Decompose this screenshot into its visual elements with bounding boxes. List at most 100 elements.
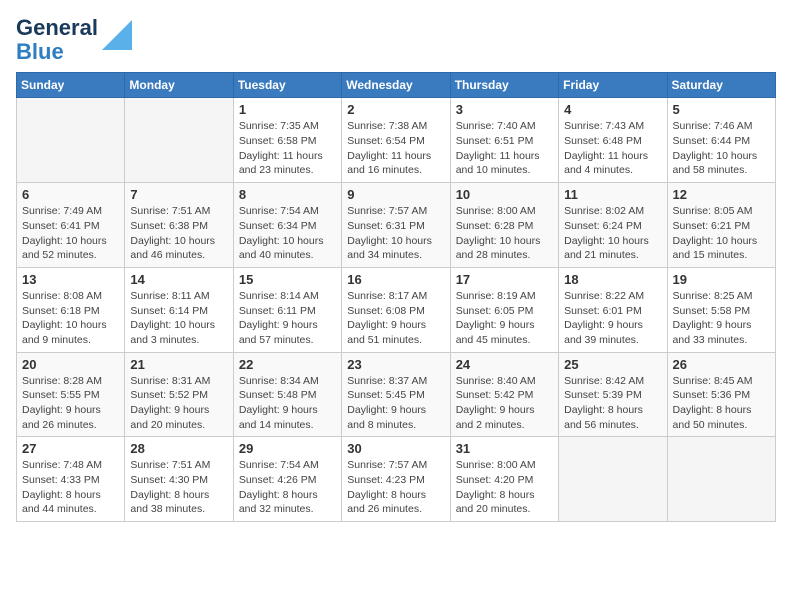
day-info: Sunrise: 8:34 AM Sunset: 5:48 PM Dayligh…	[239, 374, 336, 433]
day-number: 8	[239, 187, 336, 202]
col-header-sunday: Sunday	[17, 73, 125, 98]
calendar-cell: 16 Sunrise: 8:17 AM Sunset: 6:08 PM Dayli…	[342, 267, 450, 352]
calendar-cell	[667, 437, 775, 522]
calendar-cell: 12 Sunrise: 8:05 AM Sunset: 6:21 PM Dayli…	[667, 183, 775, 268]
day-info: Sunrise: 8:22 AM Sunset: 6:01 PM Dayligh…	[564, 289, 661, 348]
col-header-tuesday: Tuesday	[233, 73, 341, 98]
day-number: 23	[347, 357, 444, 372]
day-number: 3	[456, 102, 553, 117]
day-number: 18	[564, 272, 661, 287]
day-info: Sunrise: 7:43 AM Sunset: 6:48 PM Dayligh…	[564, 119, 661, 178]
calendar-week-row: 6Sunrise: 7:49 AM Sunset: 6:41 PM Daylig…	[17, 183, 776, 268]
day-info: Sunrise: 7:51 AM Sunset: 6:38 PM Dayligh…	[130, 204, 227, 263]
logo-icon	[102, 20, 132, 50]
calendar-cell: 24 Sunrise: 8:40 AM Sunset: 5:42 PM Dayli…	[450, 352, 558, 437]
page-header: General Blue	[16, 16, 776, 64]
day-info: Sunrise: 7:48 AM Sunset: 4:33 PM Dayligh…	[22, 458, 119, 517]
calendar-cell: 31 Sunrise: 8:00 AM Sunset: 4:20 PM Dayli…	[450, 437, 558, 522]
calendar-cell: 30Sunrise: 7:57 AM Sunset: 4:23 PM Dayli…	[342, 437, 450, 522]
day-info: Sunrise: 8:08 AM Sunset: 6:18 PM Dayligh…	[22, 289, 119, 348]
calendar-cell	[559, 437, 667, 522]
day-info: Sunrise: 7:57 AM Sunset: 6:31 PM Dayligh…	[347, 204, 444, 263]
day-number: 17	[456, 272, 553, 287]
col-header-thursday: Thursday	[450, 73, 558, 98]
day-number: 16	[347, 272, 444, 287]
calendar-cell: 27Sunrise: 7:48 AM Sunset: 4:33 PM Dayli…	[17, 437, 125, 522]
day-info: Sunrise: 7:54 AM Sunset: 4:26 PM Dayligh…	[239, 458, 336, 517]
day-number: 1	[239, 102, 336, 117]
calendar-cell: 8Sunrise: 7:54 AM Sunset: 6:34 PM Daylig…	[233, 183, 341, 268]
col-header-saturday: Saturday	[667, 73, 775, 98]
day-number: 14	[130, 272, 227, 287]
day-number: 31	[456, 441, 553, 456]
day-info: Sunrise: 8:28 AM Sunset: 5:55 PM Dayligh…	[22, 374, 119, 433]
day-info: Sunrise: 8:40 AM Sunset: 5:42 PM Dayligh…	[456, 374, 553, 433]
day-number: 26	[673, 357, 770, 372]
calendar-cell: 15 Sunrise: 8:14 AM Sunset: 6:11 PM Dayli…	[233, 267, 341, 352]
calendar-cell: 5Sunrise: 7:46 AM Sunset: 6:44 PM Daylig…	[667, 98, 775, 183]
day-info: Sunrise: 8:11 AM Sunset: 6:14 PM Dayligh…	[130, 289, 227, 348]
day-info: Sunrise: 8:37 AM Sunset: 5:45 PM Dayligh…	[347, 374, 444, 433]
calendar-cell	[17, 98, 125, 183]
calendar-header-row: SundayMondayTuesdayWednesdayThursdayFrid…	[17, 73, 776, 98]
day-number: 2	[347, 102, 444, 117]
day-number: 19	[673, 272, 770, 287]
calendar-cell: 4 Sunrise: 7:43 AM Sunset: 6:48 PM Daylig…	[559, 98, 667, 183]
day-info: Sunrise: 8:05 AM Sunset: 6:21 PM Dayligh…	[673, 204, 770, 263]
day-number: 29	[239, 441, 336, 456]
col-header-monday: Monday	[125, 73, 233, 98]
day-number: 15	[239, 272, 336, 287]
calendar-week-row: 27Sunrise: 7:48 AM Sunset: 4:33 PM Dayli…	[17, 437, 776, 522]
calendar-cell: 20 Sunrise: 8:28 AM Sunset: 5:55 PM Dayli…	[17, 352, 125, 437]
day-number: 4	[564, 102, 661, 117]
calendar-cell: 7Sunrise: 7:51 AM Sunset: 6:38 PM Daylig…	[125, 183, 233, 268]
calendar-cell: 23 Sunrise: 8:37 AM Sunset: 5:45 PM Dayli…	[342, 352, 450, 437]
day-number: 13	[22, 272, 119, 287]
calendar-cell: 22 Sunrise: 8:34 AM Sunset: 5:48 PM Dayli…	[233, 352, 341, 437]
calendar-table: SundayMondayTuesdayWednesdayThursdayFrid…	[16, 72, 776, 522]
day-info: Sunrise: 8:25 AM Sunset: 5:58 PM Dayligh…	[673, 289, 770, 348]
day-number: 21	[130, 357, 227, 372]
day-info: Sunrise: 7:40 AM Sunset: 6:51 PM Dayligh…	[456, 119, 553, 178]
calendar-cell: 19 Sunrise: 8:25 AM Sunset: 5:58 PM Dayli…	[667, 267, 775, 352]
calendar-week-row: 13 Sunrise: 8:08 AM Sunset: 6:18 PM Dayli…	[17, 267, 776, 352]
day-info: Sunrise: 7:35 AM Sunset: 6:58 PM Dayligh…	[239, 119, 336, 178]
day-info: Sunrise: 8:42 AM Sunset: 5:39 PM Dayligh…	[564, 374, 661, 433]
day-number: 20	[22, 357, 119, 372]
day-info: Sunrise: 7:38 AM Sunset: 6:54 PM Dayligh…	[347, 119, 444, 178]
calendar-cell: 17 Sunrise: 8:19 AM Sunset: 6:05 PM Dayli…	[450, 267, 558, 352]
day-number: 9	[347, 187, 444, 202]
calendar-cell: 14 Sunrise: 8:11 AM Sunset: 6:14 PM Dayli…	[125, 267, 233, 352]
day-info: Sunrise: 8:02 AM Sunset: 6:24 PM Dayligh…	[564, 204, 661, 263]
day-info: Sunrise: 8:31 AM Sunset: 5:52 PM Dayligh…	[130, 374, 227, 433]
day-number: 24	[456, 357, 553, 372]
day-info: Sunrise: 8:00 AM Sunset: 6:28 PM Dayligh…	[456, 204, 553, 263]
day-info: Sunrise: 8:17 AM Sunset: 6:08 PM Dayligh…	[347, 289, 444, 348]
day-number: 30	[347, 441, 444, 456]
calendar-cell: 28 Sunrise: 7:51 AM Sunset: 4:30 PM Dayli…	[125, 437, 233, 522]
calendar-cell: 26Sunrise: 8:45 AM Sunset: 5:36 PM Dayli…	[667, 352, 775, 437]
day-number: 22	[239, 357, 336, 372]
day-number: 12	[673, 187, 770, 202]
day-number: 10	[456, 187, 553, 202]
day-number: 5	[673, 102, 770, 117]
calendar-week-row: 20 Sunrise: 8:28 AM Sunset: 5:55 PM Dayli…	[17, 352, 776, 437]
calendar-cell: 25 Sunrise: 8:42 AM Sunset: 5:39 PM Dayli…	[559, 352, 667, 437]
day-info: Sunrise: 7:49 AM Sunset: 6:41 PM Dayligh…	[22, 204, 119, 263]
calendar-cell: 21 Sunrise: 8:31 AM Sunset: 5:52 PM Dayli…	[125, 352, 233, 437]
logo: General Blue	[16, 16, 132, 64]
day-info: Sunrise: 8:00 AM Sunset: 4:20 PM Dayligh…	[456, 458, 553, 517]
calendar-cell: 11Sunrise: 8:02 AM Sunset: 6:24 PM Dayli…	[559, 183, 667, 268]
col-header-wednesday: Wednesday	[342, 73, 450, 98]
day-number: 25	[564, 357, 661, 372]
calendar-cell: 1 Sunrise: 7:35 AM Sunset: 6:58 PM Daylig…	[233, 98, 341, 183]
day-info: Sunrise: 8:14 AM Sunset: 6:11 PM Dayligh…	[239, 289, 336, 348]
day-number: 28	[130, 441, 227, 456]
calendar-cell: 13 Sunrise: 8:08 AM Sunset: 6:18 PM Dayli…	[17, 267, 125, 352]
calendar-cell	[125, 98, 233, 183]
calendar-cell: 3 Sunrise: 7:40 AM Sunset: 6:51 PM Daylig…	[450, 98, 558, 183]
day-info: Sunrise: 8:19 AM Sunset: 6:05 PM Dayligh…	[456, 289, 553, 348]
logo-text: General Blue	[16, 16, 98, 64]
calendar-cell: 18 Sunrise: 8:22 AM Sunset: 6:01 PM Dayli…	[559, 267, 667, 352]
day-info: Sunrise: 7:51 AM Sunset: 4:30 PM Dayligh…	[130, 458, 227, 517]
